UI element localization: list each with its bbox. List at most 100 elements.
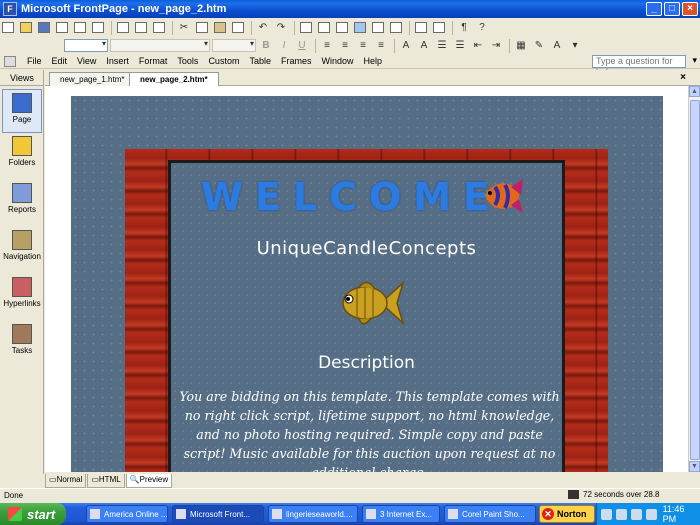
show-all-icon[interactable]: ¶ [456, 21, 472, 35]
menu-frames[interactable]: Frames [276, 56, 317, 66]
undo-icon[interactable]: ↶ [255, 21, 271, 35]
print-icon[interactable] [115, 21, 131, 35]
tab-new-page-2[interactable]: new_page_2.htm* [129, 72, 219, 87]
menu-custom[interactable]: Custom [203, 56, 244, 66]
close-button[interactable]: × [682, 2, 698, 16]
tray-icon[interactable] [601, 508, 612, 520]
menu-help[interactable]: Help [359, 56, 388, 66]
norton-button[interactable]: ✕ Norton [539, 505, 595, 523]
toolbar-options-icon[interactable]: ▾ [567, 39, 583, 53]
save-icon[interactable] [36, 21, 52, 35]
menu-insert[interactable]: Insert [101, 56, 134, 66]
start-button[interactable]: start [0, 503, 66, 525]
tray-icon[interactable] [615, 508, 627, 520]
borders-icon[interactable]: ▦ [513, 39, 529, 53]
scroll-up-icon[interactable]: ▲ [689, 86, 700, 97]
vertical-scrollbar[interactable]: ▲ ▼ [688, 86, 700, 472]
copy-icon[interactable] [194, 21, 210, 35]
help-dropdown-icon[interactable]: ▾ [692, 55, 697, 66]
view-tasks-button[interactable]: Tasks [2, 324, 42, 368]
document-icon [272, 509, 282, 519]
menu-file[interactable]: File [22, 56, 47, 66]
cut-icon[interactable]: ✂ [176, 21, 192, 35]
highlight-color-icon[interactable]: ✎ [531, 39, 547, 53]
format-painter-icon[interactable] [230, 21, 246, 35]
toolbar-separator [315, 38, 316, 53]
maximize-button[interactable]: □ [664, 2, 680, 16]
help-icon[interactable]: ? [474, 21, 490, 35]
new-page-icon[interactable] [0, 21, 16, 35]
justify-icon[interactable]: ≡ [373, 39, 389, 53]
preview-in-browser-icon[interactable] [133, 21, 149, 35]
view-hyperlinks-button[interactable]: Hyperlinks [2, 277, 42, 321]
toggle-pane-icon[interactable] [90, 21, 106, 35]
menu-format[interactable]: Format [134, 56, 173, 66]
italic-button[interactable]: I [276, 39, 292, 53]
toolbar-separator [172, 20, 173, 35]
document-icon[interactable] [4, 55, 16, 67]
hyperlink-icon[interactable] [388, 21, 404, 35]
align-left-icon[interactable]: ≡ [319, 39, 335, 53]
open-icon[interactable] [18, 21, 34, 35]
view-folders-button[interactable]: Folders [2, 136, 42, 180]
taskbar-lingerie[interactable]: lingerieseaworld.... [268, 505, 358, 523]
scrollbar-thumb[interactable] [690, 100, 700, 460]
menu-tools[interactable]: Tools [172, 56, 203, 66]
align-right-icon[interactable]: ≡ [355, 39, 371, 53]
help-question-input[interactable]: Type a question for help [592, 55, 686, 77]
font-color-icon[interactable]: A [549, 39, 565, 53]
view-navigation-button[interactable]: Navigation [2, 230, 42, 274]
menu-table[interactable]: Table [244, 56, 276, 66]
search-icon[interactable] [54, 21, 70, 35]
tab-normal[interactable]: ▭Normal [45, 474, 87, 488]
underline-button[interactable]: U [294, 39, 310, 53]
bullets-icon[interactable]: ☰ [452, 39, 468, 53]
tray-icon[interactable] [630, 508, 642, 520]
taskbar-internet-explorer[interactable]: 3 Internet Ex... [362, 505, 440, 523]
volume-icon[interactable] [645, 508, 657, 520]
view-page-button[interactable]: Page [2, 89, 42, 133]
style-dropdown[interactable] [64, 39, 108, 52]
page-editor[interactable]: WELCOME UniqueCandleConcepts Description [45, 86, 688, 472]
menu-window[interactable]: Window [316, 56, 358, 66]
font-dropdown[interactable] [110, 39, 210, 52]
tab-preview[interactable]: 🔍Preview [125, 474, 173, 488]
stop-icon[interactable] [431, 21, 447, 35]
menu-view[interactable]: View [72, 56, 101, 66]
refresh-icon[interactable] [413, 21, 429, 35]
increase-indent-icon[interactable]: ⇥ [488, 39, 504, 53]
insert-picture-icon[interactable] [352, 21, 368, 35]
web-component-icon[interactable] [298, 21, 314, 35]
numbering-icon[interactable]: ☰ [434, 39, 450, 53]
spelling-icon[interactable] [151, 21, 167, 35]
formatting-toolbar: B I U ≡ ≡ ≡ ≡ A A ☰ ☰ ⇤ ⇥ ▦ ✎ A ▾ [0, 37, 700, 54]
menu-edit[interactable]: Edit [47, 56, 73, 66]
redo-icon[interactable]: ↷ [273, 21, 289, 35]
drawing-icon[interactable] [370, 21, 386, 35]
view-reports-button[interactable]: Reports [2, 183, 42, 227]
view-label: Folders [8, 158, 36, 167]
align-center-icon[interactable]: ≡ [337, 39, 353, 53]
taskbar-aol[interactable]: America Online ... [86, 505, 168, 523]
paste-icon[interactable] [212, 21, 228, 35]
increase-font-size-icon[interactable]: A [398, 39, 414, 53]
taskbar-frontpage[interactable]: Microsoft Front... [172, 505, 264, 523]
minimize-button[interactable]: _ [646, 2, 662, 16]
publish-icon[interactable] [72, 21, 88, 35]
taskbar-corel[interactable]: Corel Paint Sho... [444, 505, 536, 523]
scroll-down-icon[interactable]: ▼ [689, 461, 700, 472]
view-label: Hyperlinks [3, 299, 41, 308]
clock: 11:46 PM [662, 504, 685, 524]
decrease-indent-icon[interactable]: ⇤ [470, 39, 486, 53]
font-size-dropdown[interactable] [212, 39, 256, 52]
tab-html[interactable]: ▭HTML [87, 474, 125, 488]
frontpage-app-icon[interactable]: F [3, 2, 17, 16]
bold-button[interactable]: B [258, 39, 274, 53]
close-document-icon[interactable]: × [680, 72, 686, 83]
norton-label: Norton [557, 509, 587, 519]
tab-new-page-1[interactable]: new_page_1.htm* [49, 72, 136, 86]
decrease-font-size-icon[interactable]: A [416, 39, 432, 53]
insert-table-icon[interactable] [316, 21, 332, 35]
task-label: lingerieseaworld.... [286, 509, 353, 519]
insert-layer-icon[interactable] [334, 21, 350, 35]
